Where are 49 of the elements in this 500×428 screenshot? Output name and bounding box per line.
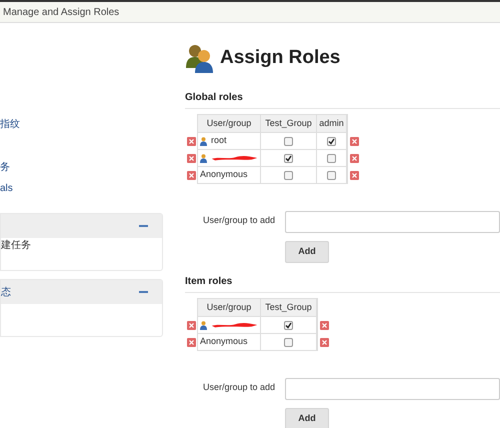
- user-name: root: [211, 134, 227, 148]
- delete-icon[interactable]: [350, 154, 359, 163]
- checkbox[interactable]: [327, 170, 336, 180]
- delete-icon[interactable]: [350, 171, 359, 180]
- add-button[interactable]: Add: [285, 241, 329, 263]
- delete-icon[interactable]: [187, 154, 196, 163]
- delete-icon[interactable]: [187, 171, 196, 180]
- checkbox[interactable]: [284, 338, 293, 346]
- column-header: User/group: [198, 115, 261, 132]
- sidebar-link[interactable]: 务: [0, 161, 163, 175]
- delete-icon[interactable]: [350, 137, 359, 146]
- redaction-scribble: [211, 154, 258, 162]
- redaction-scribble: [211, 321, 258, 329]
- user-icon: [200, 136, 207, 146]
- section-heading: Item roles: [185, 274, 500, 293]
- collapse-icon[interactable]: [139, 224, 148, 228]
- column-header: Test_Group: [261, 299, 317, 316]
- column-header: Test_Group: [261, 115, 317, 132]
- column-header: admin: [317, 115, 347, 132]
- checkbox[interactable]: [327, 136, 336, 146]
- page-title: Assign Roles: [220, 46, 340, 70]
- users-icon: [185, 43, 215, 73]
- column-header: User/group: [198, 299, 261, 316]
- delete-icon[interactable]: [187, 338, 196, 347]
- sidebar-link[interactable]: als: [0, 182, 163, 196]
- checkbox[interactable]: [284, 154, 293, 162]
- delete-icon[interactable]: [187, 321, 196, 330]
- checkbox[interactable]: [284, 320, 293, 330]
- section-heading: Global roles: [185, 90, 500, 109]
- user-name: Anonymous: [200, 168, 248, 182]
- add-button[interactable]: Add: [285, 408, 329, 428]
- user-icon: [200, 320, 207, 330]
- sidebar-link[interactable]: 指纹: [0, 118, 163, 132]
- checkbox[interactable]: [284, 136, 293, 146]
- user-group-input[interactable]: [285, 211, 500, 233]
- user-icon: [200, 154, 207, 162]
- user-name: Anonymous: [200, 335, 248, 348]
- delete-icon[interactable]: [187, 137, 196, 146]
- checkbox[interactable]: [327, 154, 336, 162]
- add-label: User/group to add: [203, 381, 276, 394]
- user-group-input[interactable]: [285, 378, 500, 400]
- checkbox[interactable]: [284, 170, 293, 180]
- collapse-icon[interactable]: [139, 290, 148, 294]
- delete-icon[interactable]: [320, 321, 329, 330]
- delete-icon[interactable]: [320, 338, 329, 347]
- add-label: User/group to add: [203, 214, 276, 227]
- panel-item[interactable]: 建任务: [1, 238, 162, 254]
- breadcrumb[interactable]: Manage and Assign Roles: [3, 4, 120, 20]
- panel-title: 态: [1, 286, 11, 300]
